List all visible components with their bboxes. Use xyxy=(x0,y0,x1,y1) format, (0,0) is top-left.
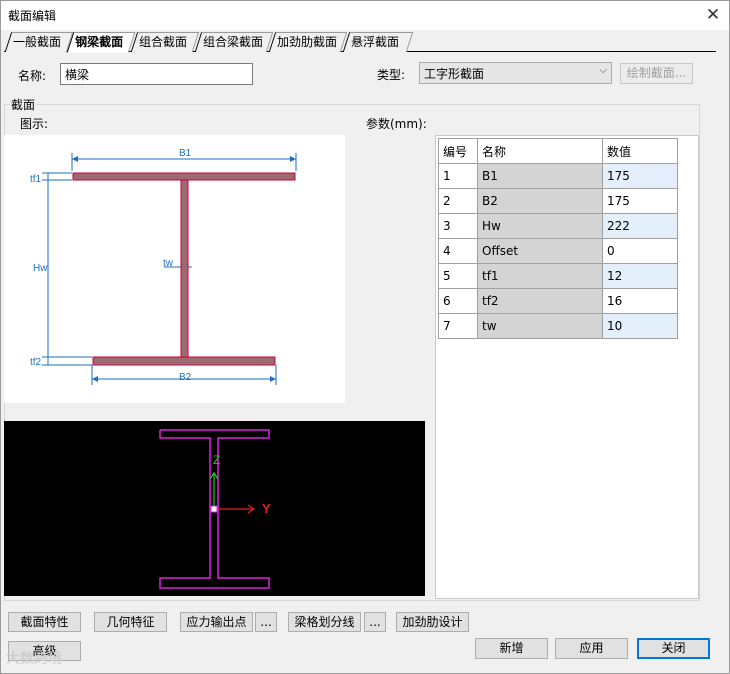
table-row: 2 B2 175 xyxy=(438,188,678,214)
title-bar xyxy=(1,1,729,30)
dim-hw-label: Hw xyxy=(33,263,48,274)
tab-suspended-section[interactable]: 悬浮截面 xyxy=(342,32,414,52)
name-label: 名称: xyxy=(18,69,47,83)
tab-stiffener-section[interactable]: 加劲肋截面 xyxy=(268,32,348,52)
chevron-down-icon: ⌵ xyxy=(599,65,607,76)
section-properties-button[interactable]: 截面特性 xyxy=(8,612,81,632)
table-row: 5 tf1 12 xyxy=(438,263,678,289)
params-table: 编号 名称 数值 1 B1 175 2 B2 175 3 Hw 222 4 Of… xyxy=(438,138,678,339)
table-row: 1 B1 175 xyxy=(438,163,678,189)
web xyxy=(180,179,189,358)
row-no: 7 xyxy=(438,313,478,339)
dim-tf1-label: tf1 xyxy=(30,174,42,185)
name-input[interactable]: 横梁 xyxy=(60,63,253,85)
section-group-title: 截面 xyxy=(10,96,37,113)
row-value[interactable]: 175 xyxy=(602,163,678,189)
tab-composite-beam-section[interactable]: 组合梁截面 xyxy=(194,32,274,52)
params-header-row: 编号 名称 数值 xyxy=(438,138,678,164)
table-row: 6 tf2 16 xyxy=(438,288,678,314)
window-title: 截面编辑 xyxy=(8,9,57,23)
type-select-value: 工字形截面 xyxy=(424,67,485,81)
tab-general-section[interactable]: 一般截面 xyxy=(4,32,74,52)
grid-lines-more-button[interactable]: ... xyxy=(364,612,386,632)
dim-tw-label: tw xyxy=(163,258,174,269)
row-value[interactable]: 12 xyxy=(602,263,678,289)
stress-output-more-button[interactable]: ... xyxy=(255,612,277,632)
dim-tf2-label: tf2 xyxy=(30,357,42,368)
y-axis xyxy=(214,504,256,514)
table-row: 7 tw 10 xyxy=(438,313,678,339)
header-no[interactable]: 编号 xyxy=(438,138,478,164)
params-grid[interactable]: 编号 名称 数值 1 B1 175 2 B2 175 3 Hw 222 4 Of… xyxy=(435,135,699,599)
row-no: 6 xyxy=(438,288,478,314)
origin-marker xyxy=(210,505,218,513)
close-button[interactable]: 关闭 xyxy=(637,638,710,659)
row-no: 3 xyxy=(438,213,478,239)
stiffener-design-button[interactable]: 加劲肋设计 xyxy=(396,612,469,632)
i-beam-diagram: B1 B2 Hw tw tf1 tf2 xyxy=(30,148,297,385)
row-no: 1 xyxy=(438,163,478,189)
type-label: 类型: xyxy=(377,68,406,82)
tab-steel-beam-section[interactable]: 钢梁截面 xyxy=(66,32,136,53)
section-diagram-panel: B1 B2 Hw tw tf1 tf2 xyxy=(4,135,345,403)
row-value[interactable]: 10 xyxy=(602,313,678,339)
top-flange xyxy=(72,172,296,181)
row-no: 4 xyxy=(438,238,478,264)
bottom-flange xyxy=(92,356,276,366)
row-name: B1 xyxy=(477,163,603,189)
row-no: 2 xyxy=(438,188,478,214)
type-select[interactable]: 工字形截面 ⌵ xyxy=(419,62,612,84)
table-row: 4 Offset 0 xyxy=(438,238,678,264)
row-value[interactable]: 222 xyxy=(602,213,678,239)
dim-b1-label: B1 xyxy=(179,148,192,159)
section-preview-panel[interactable]: Z Y xyxy=(4,421,425,596)
row-name: tf2 xyxy=(477,288,603,314)
grid-lines-button[interactable]: 梁格划分线 xyxy=(288,612,361,632)
row-name: tw xyxy=(477,313,603,339)
header-name[interactable]: 名称 xyxy=(477,138,603,164)
row-value[interactable]: 175 xyxy=(602,188,678,214)
row-name: tf1 xyxy=(477,263,603,289)
geometry-properties-button[interactable]: 几何特征 xyxy=(94,612,167,632)
apply-button[interactable]: 应用 xyxy=(555,638,628,659)
y-axis-label: Y xyxy=(262,501,271,516)
diagram-label: 图示: xyxy=(20,117,49,131)
table-row: 3 Hw 222 xyxy=(438,213,678,239)
watermark: 大数跨境 xyxy=(6,651,62,667)
params-label: 参数(mm): xyxy=(366,117,427,131)
header-value[interactable]: 数值 xyxy=(602,138,678,164)
stress-output-points-button[interactable]: 应力输出点 xyxy=(180,612,253,632)
row-name: B2 xyxy=(477,188,603,214)
draw-section-button[interactable]: 绘制截面... xyxy=(620,63,693,84)
z-axis-label: Z xyxy=(213,453,220,467)
section-preview: Z Y xyxy=(159,429,271,589)
z-axis xyxy=(209,471,219,509)
dim-b2-label: B2 xyxy=(179,372,192,383)
tab-composite-section[interactable]: 组合截面 xyxy=(130,32,200,52)
row-no: 5 xyxy=(438,263,478,289)
row-value[interactable]: 0 xyxy=(602,238,678,264)
row-name: Hw xyxy=(477,213,603,239)
row-name: Offset xyxy=(477,238,603,264)
row-value[interactable]: 16 xyxy=(602,288,678,314)
close-icon[interactable]: ✕ xyxy=(700,4,726,26)
new-button[interactable]: 新增 xyxy=(475,638,548,659)
